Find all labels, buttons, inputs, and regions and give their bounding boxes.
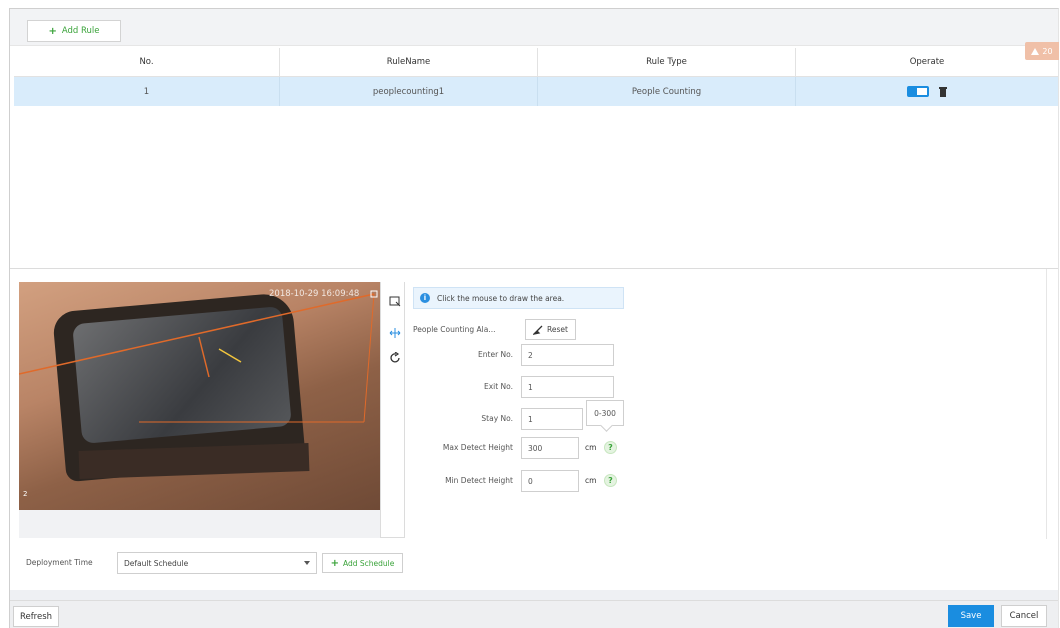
schedule-select[interactable]: Default Schedule (117, 552, 317, 574)
broom-icon (533, 325, 543, 335)
max-height-help-icon[interactable]: ? (604, 441, 617, 454)
add-schedule-label: Add Schedule (343, 558, 395, 568)
schedule-value: Default Schedule (124, 558, 189, 568)
enter-input[interactable]: 2 (521, 344, 614, 366)
table-header: No. RuleName Rule Type Operate (14, 48, 1058, 77)
reset-label: Reset (547, 325, 568, 334)
video-preview[interactable]: 2018-10-29 16:09:48 2 (19, 282, 380, 510)
footer-strip (10, 590, 1058, 600)
chevron-down-icon (304, 561, 310, 565)
exit-label: Exit No. (483, 382, 513, 391)
video-timestamp: 2018-10-29 16:09:48 (269, 289, 360, 299)
reset-button[interactable]: Reset (525, 319, 576, 340)
area-label: People Counting Ala... (413, 325, 496, 334)
max-height-label: Max Detect Height (442, 443, 513, 452)
info-text: Click the mouse to draw the area. (437, 293, 565, 303)
plus-icon: + (48, 25, 57, 37)
info-icon: i (420, 293, 430, 303)
cancel-button[interactable]: Cancel (1001, 605, 1047, 627)
header-operate: Operate (909, 57, 945, 67)
min-height-help-icon[interactable]: ? (604, 474, 617, 487)
channel-label: 2 (23, 490, 28, 498)
rule-toolbar (10, 9, 1058, 46)
add-rule-button[interactable]: + Add Rule (27, 20, 121, 42)
header-rule-name: RuleName (280, 48, 538, 76)
cell-rule-type: People Counting (538, 77, 796, 106)
range-tooltip: 0-300 (586, 400, 624, 426)
min-height-label: Min Detect Height (445, 476, 513, 485)
section-divider (10, 268, 1058, 269)
info-banner: i Click the mouse to draw the area. (413, 287, 624, 309)
save-button[interactable]: Save (948, 605, 994, 627)
stay-input[interactable]: 1 (521, 408, 583, 430)
header-rule-type: Rule Type (538, 48, 796, 76)
header-no: No. (14, 48, 280, 76)
exit-input[interactable]: 1 (521, 376, 614, 398)
draw-area-icon[interactable] (388, 294, 402, 308)
refresh-draw-icon[interactable] (388, 351, 402, 365)
stay-label: Stay No. (481, 414, 513, 423)
refresh-button[interactable]: Refresh (13, 606, 59, 627)
enter-label: Enter No. (478, 350, 513, 359)
right-scrollbar-track (1046, 269, 1047, 539)
table-row[interactable]: 1 peoplecounting1 People Counting (14, 77, 1058, 106)
enable-toggle[interactable] (907, 86, 929, 97)
max-height-unit: cm (585, 443, 597, 452)
delete-icon[interactable] (939, 86, 947, 97)
draw-tool-strip (381, 282, 405, 538)
footer-bar (10, 600, 1058, 628)
add-schedule-button[interactable]: + Add Schedule (322, 553, 403, 573)
min-height-unit: cm (585, 476, 597, 485)
deployment-label: Deployment Time (26, 558, 93, 567)
plus-icon: + (330, 557, 339, 569)
cell-no: 1 (14, 77, 280, 106)
max-height-input[interactable]: 300 (521, 437, 579, 459)
draw-line-icon[interactable] (388, 326, 402, 340)
cell-operate (796, 77, 1058, 106)
detection-overlay (19, 290, 378, 423)
min-height-input[interactable]: 0 (521, 470, 579, 492)
add-rule-label: Add Rule (61, 26, 100, 36)
video-footer (19, 510, 380, 538)
cell-rule-name: peoplecounting1 (280, 77, 538, 106)
